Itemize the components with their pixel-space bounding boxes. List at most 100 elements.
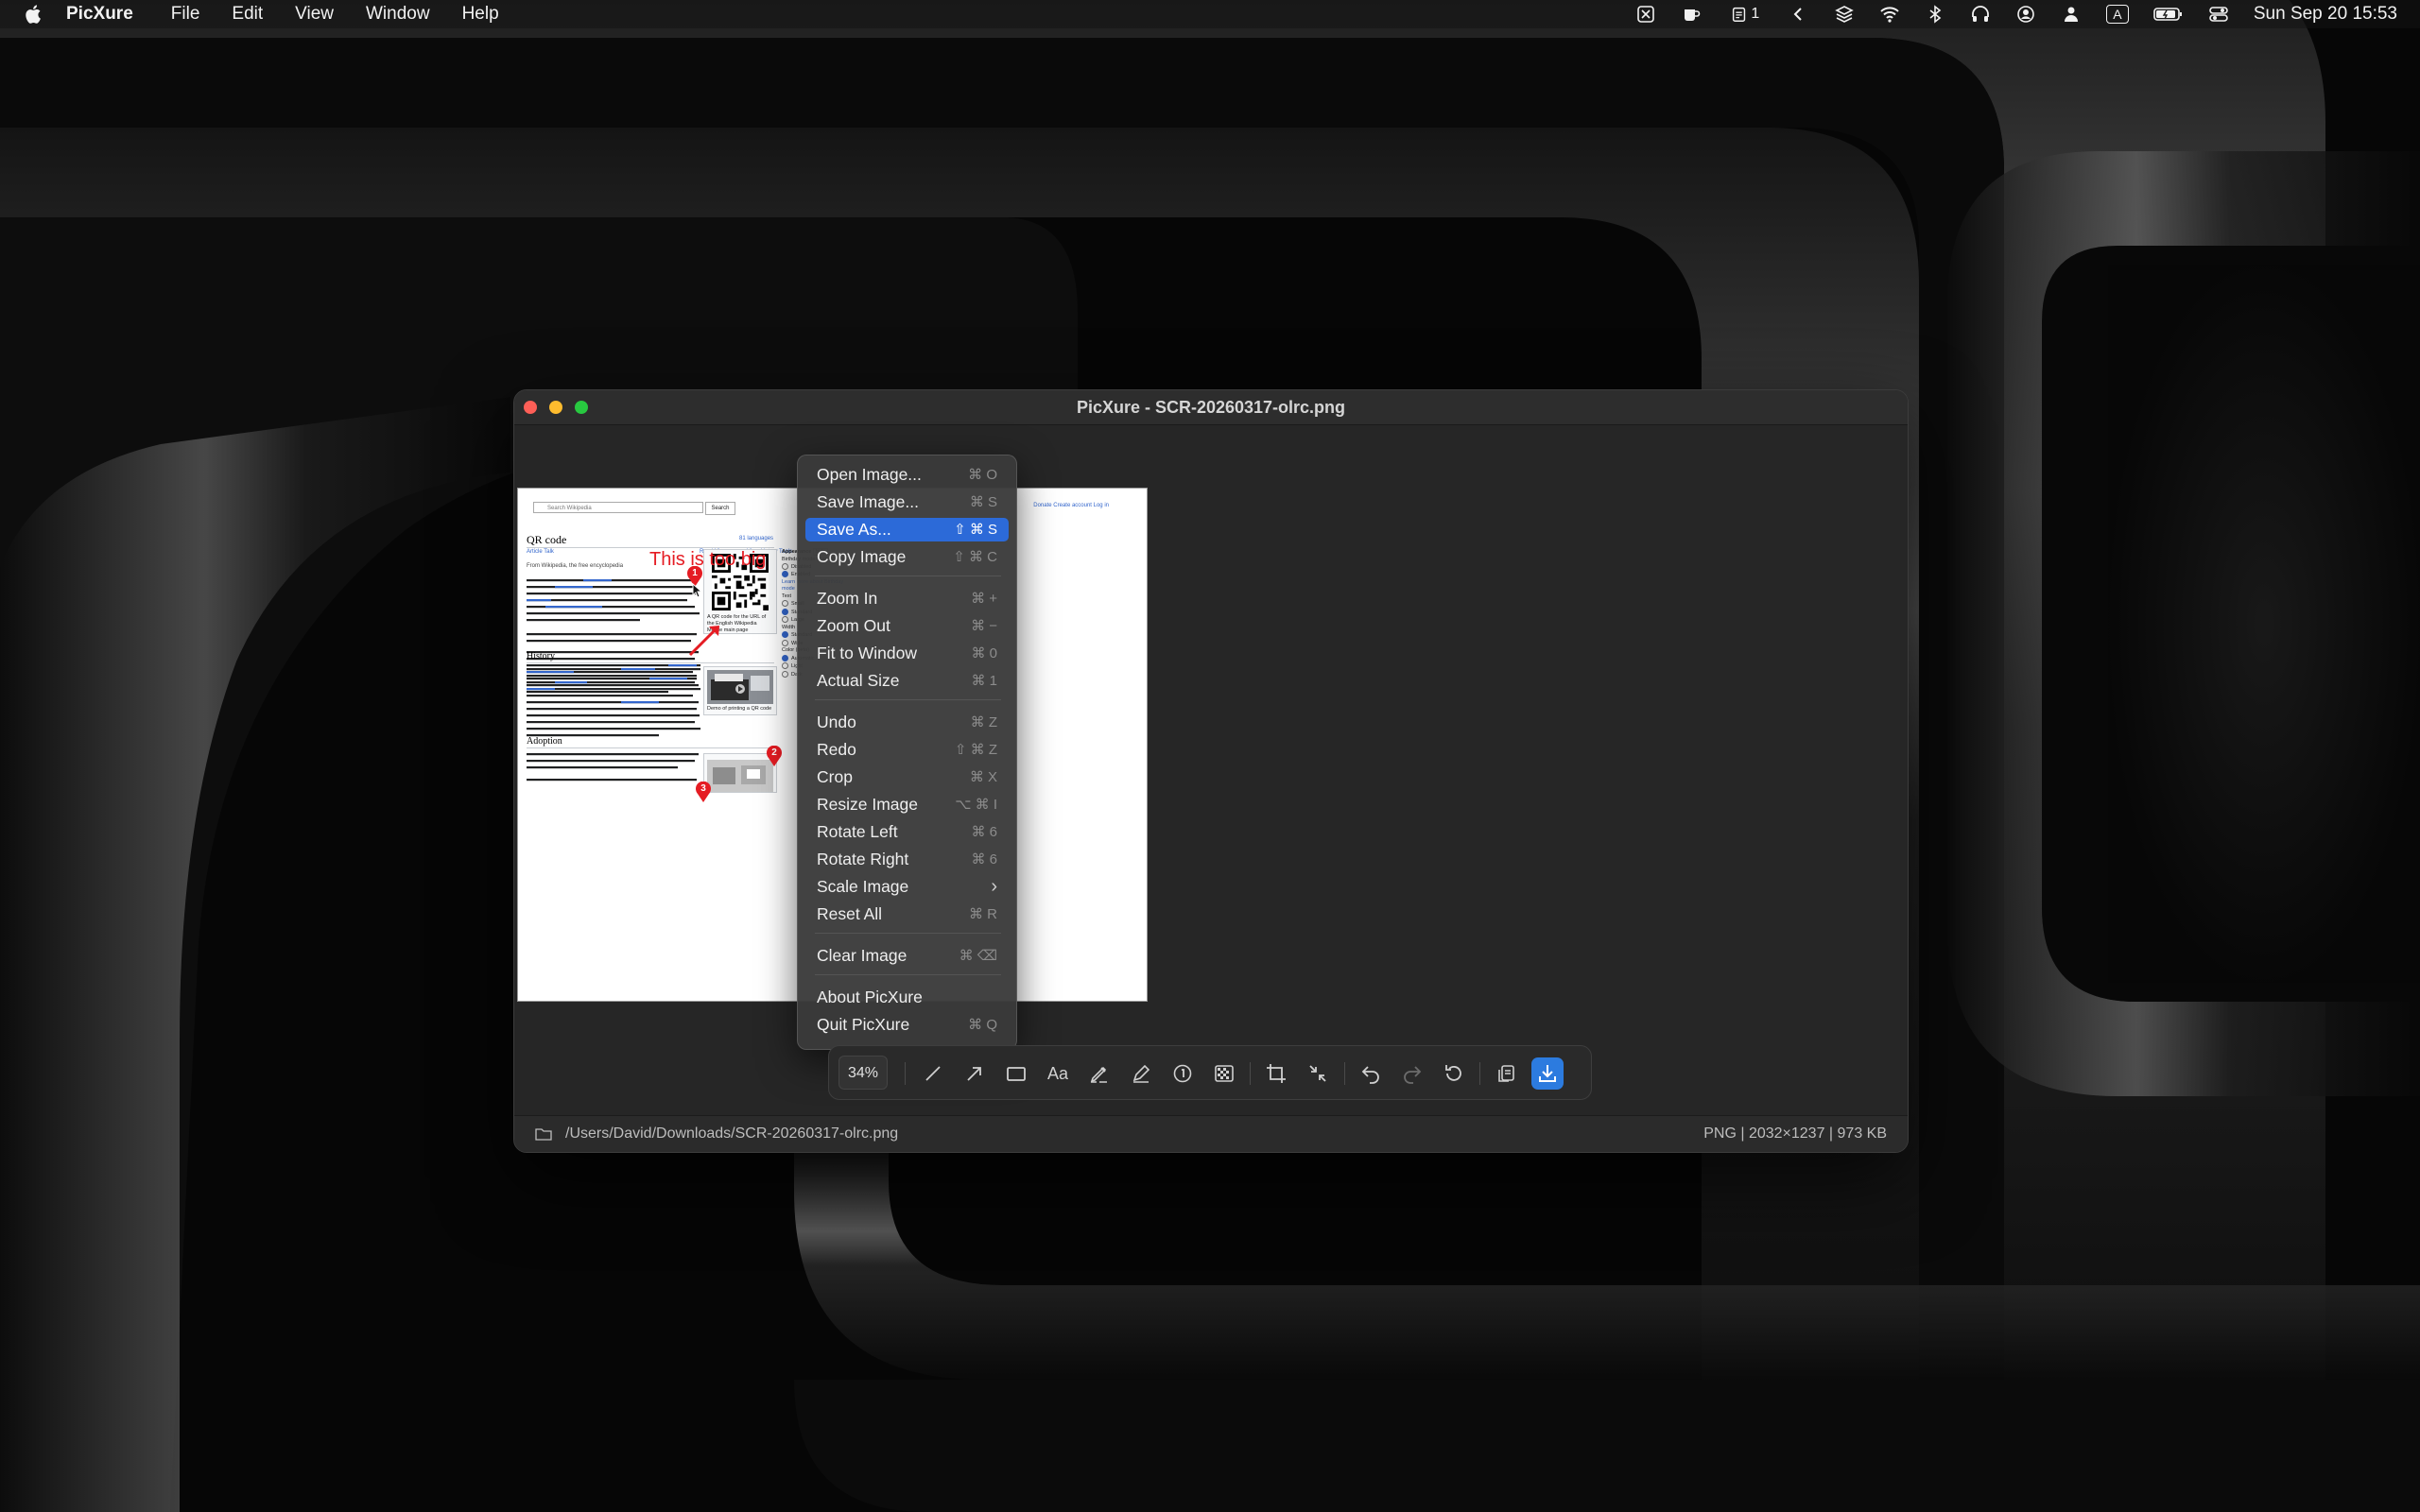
- wiki-article-title: QR code: [527, 533, 567, 546]
- shrink-icon[interactable]: [1304, 1059, 1332, 1088]
- pixelate-icon[interactable]: [1210, 1059, 1238, 1088]
- text-icon[interactable]: Aa: [1044, 1059, 1072, 1088]
- battery-icon[interactable]: [2153, 4, 2184, 25]
- menu-item-label: Clear Image: [817, 946, 908, 965]
- menu-item-shortcut: ⌘ 1: [971, 673, 997, 689]
- menu-item-shortcut: ⌘ 0: [971, 645, 997, 662]
- menu-item-shortcut: ⌘ 6: [971, 851, 997, 868]
- undo-icon[interactable]: [1357, 1059, 1385, 1088]
- control-center-icon[interactable]: [2208, 4, 2229, 25]
- menu-item-rotate-left[interactable]: Rotate Left ⌘ 6: [805, 820, 1009, 844]
- menu-item-label: Actual Size: [817, 671, 900, 690]
- marker-number: 1: [692, 568, 698, 578]
- bluetooth-icon[interactable]: [1925, 4, 1945, 25]
- title-bar[interactable]: PicXure - SCR-20260317-olrc.png: [514, 390, 1908, 425]
- menu-item-label: Rotate Right: [817, 850, 909, 868]
- annotation-arrow[interactable]: [686, 621, 724, 659]
- x-box-icon[interactable]: [1635, 4, 1656, 25]
- menu-file[interactable]: File: [171, 4, 200, 25]
- menu-item-label: Redo: [817, 740, 856, 759]
- menu-item-label: Fit to Window: [817, 644, 917, 662]
- menu-item-copy-image[interactable]: Copy Image ⇧ ⌘ C: [805, 545, 1009, 569]
- redo-icon[interactable]: [1398, 1059, 1426, 1088]
- pen-icon[interactable]: [1127, 1059, 1155, 1088]
- counter-icon[interactable]: [1168, 1059, 1197, 1088]
- wiki-body-text-1: [527, 579, 700, 643]
- mug-icon[interactable]: [1681, 4, 1702, 25]
- menu-item-shortcut: ⇧ ⌘ C: [953, 549, 997, 565]
- menu-item-open-image[interactable]: Open Image... ⌘ O: [805, 463, 1009, 487]
- folder-icon[interactable]: [535, 1126, 552, 1142]
- wiki-top-links: Donate Create account Log in: [1033, 503, 1109, 508]
- input-source-letter: A: [2113, 7, 2122, 22]
- clipboard-count: 1: [1751, 6, 1760, 22]
- menu-item-resize-image[interactable]: Resize Image ⌥ ⌘ I: [805, 793, 1009, 816]
- menu-item-label: Resize Image: [817, 795, 918, 814]
- status-area: 1 A Sun Sep 20 15:53: [1635, 0, 2397, 28]
- menu-window[interactable]: Window: [366, 4, 430, 25]
- wiki-search-button: Search: [705, 502, 735, 515]
- toolbar-divider: [905, 1062, 906, 1085]
- menu-item-actual-size[interactable]: Actual Size ⌘ 1: [805, 669, 1009, 693]
- menu-item-shortcut: ⌥ ⌘ I: [955, 797, 997, 813]
- save-icon[interactable]: [1531, 1057, 1564, 1090]
- menu-item-quit[interactable]: Quit PicXure ⌘ Q: [805, 1013, 1009, 1037]
- menu-item-scale-image[interactable]: Scale Image ›: [805, 875, 1009, 899]
- line-icon[interactable]: [919, 1059, 947, 1088]
- menu-item-reset-all[interactable]: Reset All ⌘ R: [805, 902, 1009, 926]
- menu-edit[interactable]: Edit: [232, 4, 263, 25]
- marker-pin[interactable]: 3: [695, 781, 712, 802]
- menu-item-save-image[interactable]: Save Image... ⌘ S: [805, 490, 1009, 514]
- menu-separator: [815, 974, 1001, 975]
- context-menu: Open Image... ⌘ O Save Image... ⌘ S Save…: [797, 455, 1017, 1050]
- crop-icon[interactable]: [1262, 1059, 1290, 1088]
- apple-logo-icon[interactable]: [23, 3, 45, 26]
- menu-item-shortcut: ⌘ S: [969, 494, 997, 510]
- copy-icon[interactable]: [1492, 1059, 1520, 1088]
- menu-item-redo[interactable]: Redo ⇧ ⌘ Z: [805, 738, 1009, 762]
- menu-view[interactable]: View: [295, 4, 334, 25]
- menu-item-shortcut: ⌘ Z: [970, 714, 997, 730]
- status-bar: /Users/David/Downloads/SCR-20260317-olrc…: [514, 1115, 1908, 1152]
- zoom-level[interactable]: 34%: [838, 1056, 888, 1090]
- annotation-toolbar: 34% Aa: [828, 1045, 1592, 1100]
- arrow-icon[interactable]: [960, 1059, 989, 1088]
- annotation-text[interactable]: This is too big: [649, 549, 766, 571]
- menu-item-crop[interactable]: Crop ⌘ X: [805, 765, 1009, 789]
- keyboard-a-icon[interactable]: A: [2105, 5, 2129, 24]
- wiki-adoption-heading: Adoption: [527, 736, 562, 747]
- menu-app-name[interactable]: PicXure: [66, 4, 133, 25]
- menu-item-label: Scale Image: [817, 877, 909, 896]
- menubar-clock[interactable]: Sun Sep 20 15:53: [2254, 4, 2397, 25]
- toolbar-divider: [1250, 1062, 1251, 1085]
- headphones-icon[interactable]: [1970, 4, 1991, 25]
- menu-item-save-as[interactable]: Save As... ⇧ ⌘ S: [805, 518, 1009, 541]
- menu-item-zoom-in[interactable]: Zoom In ⌘ +: [805, 587, 1009, 610]
- menu-item-about[interactable]: About PicXure: [805, 986, 1009, 1009]
- menu-item-shortcut: ⌘ ⌫: [959, 948, 997, 964]
- menu-item-label: Open Image...: [817, 465, 922, 484]
- marker-pin[interactable]: 2: [766, 745, 783, 766]
- menu-item-shortcut: ⌘ 6: [971, 824, 997, 840]
- wifi-icon[interactable]: [1879, 4, 1900, 25]
- user-circle-icon[interactable]: [2015, 4, 2036, 25]
- menu-item-shortcut: ⌘ X: [969, 769, 997, 785]
- menu-item-clear-image[interactable]: Clear Image ⌘ ⌫: [805, 944, 1009, 968]
- reset-icon[interactable]: [1440, 1059, 1468, 1088]
- divider: [527, 747, 774, 748]
- menu-item-shortcut: ⌘ +: [971, 591, 997, 607]
- menu-item-fit-to-window[interactable]: Fit to Window ⌘ 0: [805, 642, 1009, 665]
- menu-item-label: Copy Image: [817, 547, 907, 566]
- menu-item-undo[interactable]: Undo ⌘ Z: [805, 711, 1009, 734]
- menu-help[interactable]: Help: [462, 4, 499, 25]
- highlighter-icon[interactable]: [1085, 1059, 1114, 1088]
- printer-caption: Demo of printing a QR code: [707, 706, 772, 712]
- menu-item-zoom-out[interactable]: Zoom Out ⌘ −: [805, 614, 1009, 638]
- menu-item-rotate-right[interactable]: Rotate Right ⌘ 6: [805, 848, 1009, 871]
- layers-icon[interactable]: [1834, 4, 1855, 25]
- rectangle-icon[interactable]: [1002, 1059, 1030, 1088]
- clipboard-icon[interactable]: 1: [1726, 4, 1764, 25]
- file-path[interactable]: /Users/David/Downloads/SCR-20260317-olrc…: [565, 1116, 898, 1152]
- person-icon[interactable]: [2061, 4, 2082, 25]
- chevron-left-icon[interactable]: [1789, 4, 1809, 25]
